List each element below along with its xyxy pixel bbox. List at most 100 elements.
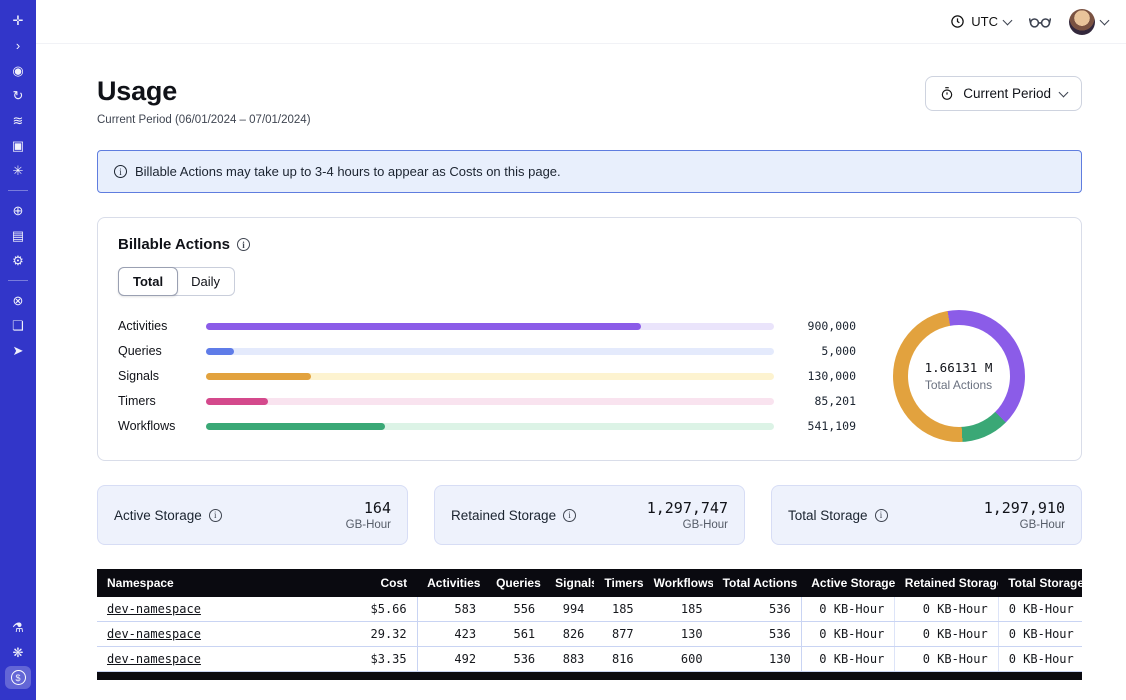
billable-info-banner: Billable Actions may take up to 3-4 hour… xyxy=(97,150,1082,193)
settings-gear-icon[interactable]: ⚙ xyxy=(5,249,31,272)
bar-row-workflows: Workflows541,109 xyxy=(118,414,856,439)
namespace-link[interactable]: dev-namespace xyxy=(107,627,201,641)
bar-label: Queries xyxy=(118,344,206,358)
sidebar-divider xyxy=(8,280,28,281)
donut-chart: 1.66131 M Total Actions xyxy=(893,310,1025,442)
usage-icon[interactable]: $ xyxy=(5,666,31,689)
storage-card-label: Retained Storage xyxy=(451,508,576,523)
table-cell: 536 xyxy=(713,597,802,622)
storage-value-unit: GB-Hour xyxy=(346,519,391,531)
bar-fill xyxy=(206,323,641,330)
table-cell: 536 xyxy=(713,622,802,647)
table-cell: 583 xyxy=(417,597,486,622)
storage-value-number: 1,297,747 xyxy=(647,499,728,517)
page-content: Usage Current Period (06/01/2024 – 07/01… xyxy=(36,44,1126,700)
table-cell: 29.32 xyxy=(328,622,417,647)
column-header-active-storage: Active Storage xyxy=(801,569,895,597)
info-icon[interactable] xyxy=(237,238,250,251)
column-header-namespace: Namespace xyxy=(97,569,328,597)
storage-card-value: 1,297,747GB-Hour xyxy=(647,499,728,531)
bar-row-signals: Signals130,000 xyxy=(118,364,856,389)
page-subtitle: Current Period (06/01/2024 – 07/01/2024) xyxy=(97,114,311,126)
bar-fill xyxy=(206,348,234,355)
theme-icon[interactable]: ❋ xyxy=(5,641,31,664)
lab-flask-icon[interactable]: ⚗ xyxy=(5,616,31,639)
storage-value-number: 164 xyxy=(346,499,391,517)
table-cell: 130 xyxy=(713,647,802,672)
table-cell: 0 KB-Hour xyxy=(895,647,998,672)
table-cell: 561 xyxy=(486,622,545,647)
column-header-queries: Queries xyxy=(486,569,545,597)
app-root: ✛›◉↻≋▣✳ ⊕▤⚙ ⊗❏➤ ⚗❋$ UTC xyxy=(0,0,1126,700)
sidebar-nav: ✛›◉↻≋▣✳ ⊕▤⚙ ⊗❏➤ ⚗❋$ xyxy=(0,0,36,700)
column-header-timers: Timers xyxy=(594,569,643,597)
column-header-signals: Signals xyxy=(545,569,594,597)
docs-icon[interactable]: ❏ xyxy=(5,314,31,337)
table-cell: 0 KB-Hour xyxy=(998,597,1082,622)
namespace-usage-table-wrap: NamespaceCostActivitiesQueriesSignalsTim… xyxy=(97,569,1082,680)
table-cell: dev-namespace xyxy=(97,647,328,672)
globe-icon[interactable]: ⊕ xyxy=(5,199,31,222)
deployments-icon[interactable]: ▣ xyxy=(5,134,31,157)
bar-row-queries: Queries5,000 xyxy=(118,339,856,364)
info-icon xyxy=(114,165,127,178)
donut-chart-wrap: 1.66131 M Total Actions xyxy=(856,310,1061,442)
tab-daily[interactable]: Daily xyxy=(177,268,234,295)
sidebar-divider xyxy=(8,190,28,191)
bar-row-timers: Timers85,201 xyxy=(118,389,856,414)
column-header-total-actions: Total Actions xyxy=(713,569,802,597)
bar-chart: Activities900,000Queries5,000Signals130,… xyxy=(118,314,856,439)
table-header-row: NamespaceCostActivitiesQueriesSignalsTim… xyxy=(97,569,1082,597)
namespace-link[interactable]: dev-namespace xyxy=(107,652,201,666)
chevron-down-icon xyxy=(1100,15,1110,25)
table-cell: 556 xyxy=(486,597,545,622)
donut-center: 1.66131 M Total Actions xyxy=(893,310,1025,442)
chevron-down-icon xyxy=(1003,15,1013,25)
rocket-icon[interactable]: ➤ xyxy=(5,339,31,362)
column-header-workflows: Workflows xyxy=(644,569,713,597)
page-header: Usage Current Period (06/01/2024 – 07/01… xyxy=(97,76,1082,126)
column-header-cost: Cost xyxy=(328,569,417,597)
info-icon[interactable] xyxy=(875,509,888,522)
billable-actions-title: Billable Actions xyxy=(118,236,230,253)
column-header-total-storage: Total Storage xyxy=(998,569,1082,597)
glasses-icon[interactable] xyxy=(1029,15,1051,29)
period-selector-button[interactable]: Current Period xyxy=(925,76,1082,111)
timezone-label: UTC xyxy=(971,14,998,29)
storage-card-value: 1,297,910GB-Hour xyxy=(984,499,1065,531)
bar-row-activities: Activities900,000 xyxy=(118,314,856,339)
bar-track xyxy=(206,373,774,380)
collapse-chevron-icon[interactable]: › xyxy=(5,34,31,57)
billable-actions-tabs: Total Daily xyxy=(118,267,235,296)
donut-total-label: Total Actions xyxy=(925,378,992,392)
layers-icon[interactable]: ≋ xyxy=(5,109,31,132)
history-icon[interactable]: ↻ xyxy=(5,84,31,107)
billable-actions-card: Billable Actions Total Daily Activities9… xyxy=(97,217,1082,461)
column-header-retained-storage: Retained Storage xyxy=(895,569,998,597)
user-menu[interactable] xyxy=(1069,9,1108,35)
asterisk-icon[interactable]: ✳ xyxy=(5,159,31,182)
bar-fill xyxy=(206,423,385,430)
topbar: UTC xyxy=(36,0,1126,44)
clock-icon xyxy=(950,14,965,29)
namespaces-icon[interactable]: ◉ xyxy=(5,59,31,82)
table-cell: 492 xyxy=(417,647,486,672)
table-row: dev-namespace$3.354925368838166001300 KB… xyxy=(97,647,1082,672)
storage-card-value: 164 GB-Hour xyxy=(346,499,391,531)
support-icon[interactable]: ⊗ xyxy=(5,289,31,312)
namespace-link[interactable]: dev-namespace xyxy=(107,602,201,616)
info-icon[interactable] xyxy=(209,509,222,522)
info-icon[interactable] xyxy=(563,509,576,522)
bar-track xyxy=(206,348,774,355)
temporal-logo-icon[interactable]: ✛ xyxy=(5,9,31,32)
table-cell: 185 xyxy=(644,597,713,622)
bar-track xyxy=(206,423,774,430)
bar-label: Workflows xyxy=(118,419,206,433)
tab-total[interactable]: Total xyxy=(118,267,178,296)
banner-text: Billable Actions may take up to 3-4 hour… xyxy=(135,164,561,179)
stopwatch-icon xyxy=(940,86,954,101)
billing-icon[interactable]: ▤ xyxy=(5,224,31,247)
avatar xyxy=(1069,9,1095,35)
page-title: Usage xyxy=(97,76,311,107)
timezone-dropdown[interactable]: UTC xyxy=(950,14,1011,29)
